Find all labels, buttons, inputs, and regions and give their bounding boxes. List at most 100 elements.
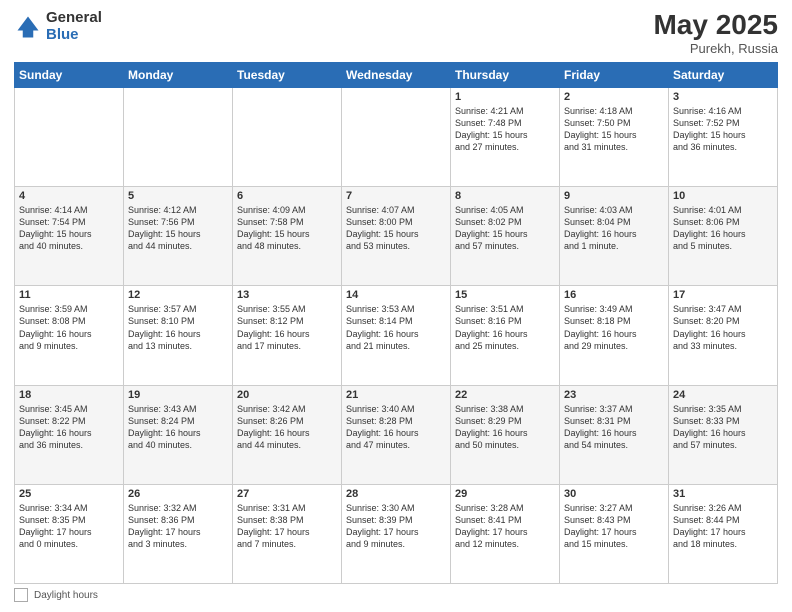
day-number: 8 — [455, 190, 555, 202]
calendar-cell: 2 Sunrise: 4:18 AM Sunset: 7:50 PM Daylig… — [560, 87, 669, 186]
month-title: May 2025 — [653, 10, 778, 41]
day-info: Sunrise: 4:03 AM Sunset: 8:04 PM Dayligh… — [564, 204, 664, 253]
calendar-week-row: 1 Sunrise: 4:21 AM Sunset: 7:48 PM Daylig… — [15, 87, 778, 186]
day-info: Sunrise: 3:37 AM Sunset: 8:31 PM Dayligh… — [564, 403, 664, 452]
calendar-cell: 1 Sunrise: 4:21 AM Sunset: 7:48 PM Daylig… — [451, 87, 560, 186]
calendar-cell: 14Sunrise: 3:53 AM Sunset: 8:14 PM Dayli… — [342, 286, 451, 385]
day-number: 27 — [237, 488, 337, 500]
calendar-cell — [124, 87, 233, 186]
logo: General Blue — [14, 10, 102, 43]
day-number: 25 — [19, 488, 119, 500]
calendar-cell — [15, 87, 124, 186]
day-info: Sunrise: 3:38 AM Sunset: 8:29 PM Dayligh… — [455, 403, 555, 452]
daylight-box — [14, 588, 28, 602]
day-number: 13 — [237, 289, 337, 301]
calendar-cell: 9 Sunrise: 4:03 AM Sunset: 8:04 PM Daylig… — [560, 187, 669, 286]
logo-general: General — [46, 9, 102, 26]
calendar-cell: 20Sunrise: 3:42 AM Sunset: 8:26 PM Dayli… — [233, 385, 342, 484]
day-info: Sunrise: 4:09 AM Sunset: 7:58 PM Dayligh… — [237, 204, 337, 253]
weekday-header-saturday: Saturday — [669, 62, 778, 87]
calendar-cell: 24 Sunrise: 3:35 AM Sunset: 8:33 PM Dayli… — [669, 385, 778, 484]
footer: Daylight hours — [14, 588, 778, 602]
day-info: Sunrise: 3:47 AM Sunset: 8:20 PM Dayligh… — [673, 303, 773, 352]
day-info: Sunrise: 3:51 AM Sunset: 8:16 PM Dayligh… — [455, 303, 555, 352]
day-info: Sunrise: 4:07 AM Sunset: 8:00 PM Dayligh… — [346, 204, 446, 253]
calendar-cell: 18Sunrise: 3:45 AM Sunset: 8:22 PM Dayli… — [15, 385, 124, 484]
day-info: Sunrise: 3:27 AM Sunset: 8:43 PM Dayligh… — [564, 502, 664, 551]
day-info: Sunrise: 4:01 AM Sunset: 8:06 PM Dayligh… — [673, 204, 773, 253]
calendar-week-row: 11Sunrise: 3:59 AM Sunset: 8:08 PM Dayli… — [15, 286, 778, 385]
logo-icon — [14, 13, 42, 41]
calendar-cell: 12 Sunrise: 3:57 AM Sunset: 8:10 PM Dayli… — [124, 286, 233, 385]
day-info: Sunrise: 3:32 AM Sunset: 8:36 PM Dayligh… — [128, 502, 228, 551]
day-number: 6 — [237, 190, 337, 202]
calendar-cell: 27Sunrise: 3:31 AM Sunset: 8:38 PM Dayli… — [233, 484, 342, 583]
day-info: Sunrise: 3:49 AM Sunset: 8:18 PM Dayligh… — [564, 303, 664, 352]
day-number: 3 — [673, 91, 773, 103]
day-info: Sunrise: 4:16 AM Sunset: 7:52 PM Dayligh… — [673, 105, 773, 154]
day-number: 20 — [237, 389, 337, 401]
calendar-cell: 4Sunrise: 4:14 AM Sunset: 7:54 PM Daylig… — [15, 187, 124, 286]
day-number: 19 — [128, 389, 228, 401]
calendar-cell: 11Sunrise: 3:59 AM Sunset: 8:08 PM Dayli… — [15, 286, 124, 385]
day-number: 15 — [455, 289, 555, 301]
day-info: Sunrise: 3:40 AM Sunset: 8:28 PM Dayligh… — [346, 403, 446, 452]
day-number: 5 — [128, 190, 228, 202]
day-number: 1 — [455, 91, 555, 103]
day-info: Sunrise: 3:55 AM Sunset: 8:12 PM Dayligh… — [237, 303, 337, 352]
calendar-cell: 5Sunrise: 4:12 AM Sunset: 7:56 PM Daylig… — [124, 187, 233, 286]
day-number: 21 — [346, 389, 446, 401]
calendar-cell: 6 Sunrise: 4:09 AM Sunset: 7:58 PM Daylig… — [233, 187, 342, 286]
calendar-cell: 26 Sunrise: 3:32 AM Sunset: 8:36 PM Dayli… — [124, 484, 233, 583]
weekday-header-sunday: Sunday — [15, 62, 124, 87]
logo-blue: Blue — [46, 26, 79, 43]
day-number: 12 — [128, 289, 228, 301]
calendar-week-row: 18Sunrise: 3:45 AM Sunset: 8:22 PM Dayli… — [15, 385, 778, 484]
logo-text: General Blue — [46, 10, 102, 43]
day-number: 24 — [673, 389, 773, 401]
calendar-cell: 19Sunrise: 3:43 AM Sunset: 8:24 PM Dayli… — [124, 385, 233, 484]
calendar-table: SundayMondayTuesdayWednesdayThursdayFrid… — [14, 62, 778, 584]
calendar-cell: 21 Sunrise: 3:40 AM Sunset: 8:28 PM Dayli… — [342, 385, 451, 484]
day-info: Sunrise: 3:30 AM Sunset: 8:39 PM Dayligh… — [346, 502, 446, 551]
day-number: 30 — [564, 488, 664, 500]
calendar-cell: 22 Sunrise: 3:38 AM Sunset: 8:29 PM Dayli… — [451, 385, 560, 484]
calendar-cell — [342, 87, 451, 186]
weekday-header-wednesday: Wednesday — [342, 62, 451, 87]
day-number: 14 — [346, 289, 446, 301]
calendar-cell: 13 Sunrise: 3:55 AM Sunset: 8:12 PM Dayli… — [233, 286, 342, 385]
calendar-cell: 28 Sunrise: 3:30 AM Sunset: 8:39 PM Dayli… — [342, 484, 451, 583]
day-number: 2 — [564, 91, 664, 103]
page: General Blue May 2025 Purekh, Russia Sun… — [0, 0, 792, 612]
calendar-header-row: SundayMondayTuesdayWednesdayThursdayFrid… — [15, 62, 778, 87]
calendar-cell: 25Sunrise: 3:34 AM Sunset: 8:35 PM Dayli… — [15, 484, 124, 583]
daylight-label: Daylight hours — [34, 590, 98, 601]
day-number: 22 — [455, 389, 555, 401]
calendar-week-row: 4Sunrise: 4:14 AM Sunset: 7:54 PM Daylig… — [15, 187, 778, 286]
day-info: Sunrise: 3:26 AM Sunset: 8:44 PM Dayligh… — [673, 502, 773, 551]
calendar-cell: 10 Sunrise: 4:01 AM Sunset: 8:06 PM Dayli… — [669, 187, 778, 286]
day-number: 7 — [346, 190, 446, 202]
day-number: 18 — [19, 389, 119, 401]
calendar-cell: 17 Sunrise: 3:47 AM Sunset: 8:20 PM Dayli… — [669, 286, 778, 385]
calendar-cell: 23 Sunrise: 3:37 AM Sunset: 8:31 PM Dayli… — [560, 385, 669, 484]
day-info: Sunrise: 4:21 AM Sunset: 7:48 PM Dayligh… — [455, 105, 555, 154]
day-number: 28 — [346, 488, 446, 500]
weekday-header-monday: Monday — [124, 62, 233, 87]
day-number: 4 — [19, 190, 119, 202]
day-number: 9 — [564, 190, 664, 202]
weekday-header-friday: Friday — [560, 62, 669, 87]
day-number: 23 — [564, 389, 664, 401]
day-info: Sunrise: 4:18 AM Sunset: 7:50 PM Dayligh… — [564, 105, 664, 154]
day-info: Sunrise: 3:57 AM Sunset: 8:10 PM Dayligh… — [128, 303, 228, 352]
calendar-cell: 3 Sunrise: 4:16 AM Sunset: 7:52 PM Daylig… — [669, 87, 778, 186]
calendar-cell: 16Sunrise: 3:49 AM Sunset: 8:18 PM Dayli… — [560, 286, 669, 385]
day-number: 26 — [128, 488, 228, 500]
calendar-cell — [233, 87, 342, 186]
day-number: 29 — [455, 488, 555, 500]
day-number: 17 — [673, 289, 773, 301]
day-number: 10 — [673, 190, 773, 202]
day-info: Sunrise: 4:05 AM Sunset: 8:02 PM Dayligh… — [455, 204, 555, 253]
day-info: Sunrise: 3:35 AM Sunset: 8:33 PM Dayligh… — [673, 403, 773, 452]
calendar-cell: 29Sunrise: 3:28 AM Sunset: 8:41 PM Dayli… — [451, 484, 560, 583]
